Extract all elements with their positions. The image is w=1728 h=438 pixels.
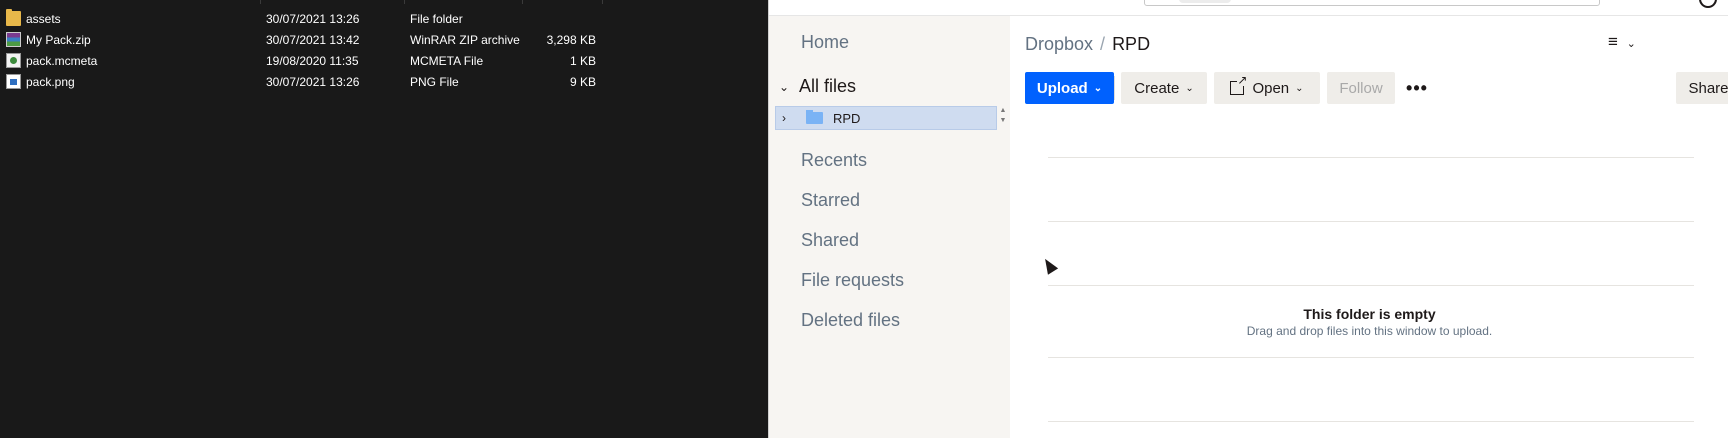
file-type: PNG File (410, 75, 459, 89)
create-button-label: Create (1134, 79, 1180, 97)
share-button[interactable]: Share (1676, 72, 1728, 104)
file-list-divider (1048, 357, 1694, 358)
chevron-right-icon[interactable]: › (782, 111, 802, 125)
search-input[interactable] (1144, 0, 1600, 6)
sidebar-item-starred[interactable]: Starred (801, 190, 860, 211)
column-divider[interactable] (522, 0, 523, 4)
sidebar-item-recents[interactable]: Recents (801, 150, 867, 171)
chevron-down-icon: ⌄ (1093, 82, 1103, 94)
folder-tree-item-rpd[interactable]: › RPD (775, 106, 997, 130)
folder-icon (806, 110, 823, 124)
file-size: 9 KB (569, 75, 596, 89)
more-icon: ••• (1406, 77, 1428, 98)
mcmeta-file-icon (6, 53, 21, 68)
column-divider[interactable] (260, 0, 261, 4)
breadcrumb-separator: / (1100, 34, 1106, 54)
follow-button-label: Follow (1339, 79, 1383, 97)
avatar[interactable] (1699, 0, 1717, 8)
sidebar-item-label: All files (799, 76, 857, 96)
sidebar-item-all-files[interactable]: ⌄ All files (779, 76, 856, 97)
file-size: 3,298 KB (546, 33, 596, 47)
file-name: pack.png (26, 75, 75, 89)
file-size: 1 KB (569, 54, 596, 68)
folder-tree-label: RPD (833, 110, 861, 126)
open-external-icon (1230, 74, 1248, 95)
upload-button[interactable]: Upload ⌄ (1025, 72, 1114, 104)
file-list-divider (1048, 157, 1694, 158)
view-options-button[interactable]: ≡ ⌄ (1608, 32, 1636, 52)
file-date: 30/07/2021 13:42 (266, 33, 360, 47)
follow-button[interactable]: Follow (1327, 72, 1395, 104)
share-button-label: Share (1688, 79, 1728, 97)
chevron-down-icon[interactable]: ⌄ (779, 80, 799, 94)
breadcrumb-current: RPD (1112, 34, 1151, 54)
file-row-assets[interactable]: assets 30/07/2021 13:26 File folder (0, 8, 768, 29)
sidebar-item-home[interactable]: Home (801, 32, 849, 53)
file-list-divider (1048, 421, 1694, 422)
breadcrumb-root[interactable]: Dropbox (1025, 34, 1093, 54)
column-divider[interactable] (404, 0, 405, 4)
tree-scrollbar[interactable]: ▲ ▼ (998, 106, 1008, 130)
empty-state-title: This folder is empty (1303, 306, 1436, 322)
file-type: WinRAR ZIP archive (410, 33, 520, 47)
file-name: pack.mcmeta (26, 54, 98, 68)
column-divider[interactable] (602, 0, 603, 4)
more-options-button[interactable]: ••• (1401, 72, 1433, 104)
file-type: File folder (410, 12, 463, 26)
top-bar (769, 0, 1728, 16)
file-name: My Pack.zip (26, 33, 91, 47)
chevron-down-icon: ⌄ (1185, 82, 1194, 94)
file-row-pack-png[interactable]: pack.png 30/07/2021 13:26 PNG File 9 KB (0, 71, 768, 92)
file-list-divider (1048, 285, 1694, 286)
chevron-down-icon: ⌄ (1626, 38, 1636, 50)
main-content: Dropbox / RPD ≡ ⌄ Upload ⌄ Create ⌄ Open ⌄… (1010, 16, 1728, 438)
sidebar-item-deleted-files[interactable]: Deleted files (801, 310, 900, 331)
file-type: MCMETA File (410, 54, 484, 68)
sidebar-item-shared[interactable]: Shared (801, 230, 859, 251)
create-button[interactable]: Create ⌄ (1121, 72, 1207, 104)
open-button-label: Open (1252, 79, 1290, 97)
file-date: 30/07/2021 13:26 (266, 75, 360, 89)
dropbox-window: Home ⌄ All files › RPD ▲ ▼ Recents Starre… (768, 0, 1728, 438)
file-list-divider (1048, 221, 1694, 222)
breadcrumb: Dropbox / RPD (1025, 34, 1150, 55)
file-name: assets (26, 12, 61, 26)
sidebar: Home ⌄ All files › RPD ▲ ▼ Recents Starre… (769, 16, 1010, 438)
search-filter-pill[interactable] (1179, 0, 1231, 3)
file-row-my-pack-zip[interactable]: My Pack.zip 30/07/2021 13:42 WinRAR ZIP … (0, 29, 768, 50)
toolbar-divider (1114, 76, 1115, 100)
open-button[interactable]: Open ⌄ (1214, 72, 1320, 104)
png-file-icon (6, 74, 21, 89)
folder-icon (6, 9, 21, 26)
upload-button-label: Upload (1036, 79, 1088, 97)
file-explorer-pane: assets 30/07/2021 13:26 File folder My P… (0, 0, 768, 438)
chevron-down-icon: ⌄ (1295, 82, 1304, 94)
zip-archive-icon (6, 32, 21, 47)
list-view-icon: ≡ (1608, 32, 1618, 51)
sidebar-item-file-requests[interactable]: File requests (801, 270, 904, 291)
file-date: 19/08/2020 11:35 (266, 54, 359, 68)
file-row-pack-mcmeta[interactable]: pack.mcmeta 19/08/2020 11:35 MCMETA File… (0, 50, 768, 71)
empty-state-subtitle: Drag and drop files into this window to … (1246, 324, 1493, 338)
file-date: 30/07/2021 13:26 (266, 12, 360, 26)
